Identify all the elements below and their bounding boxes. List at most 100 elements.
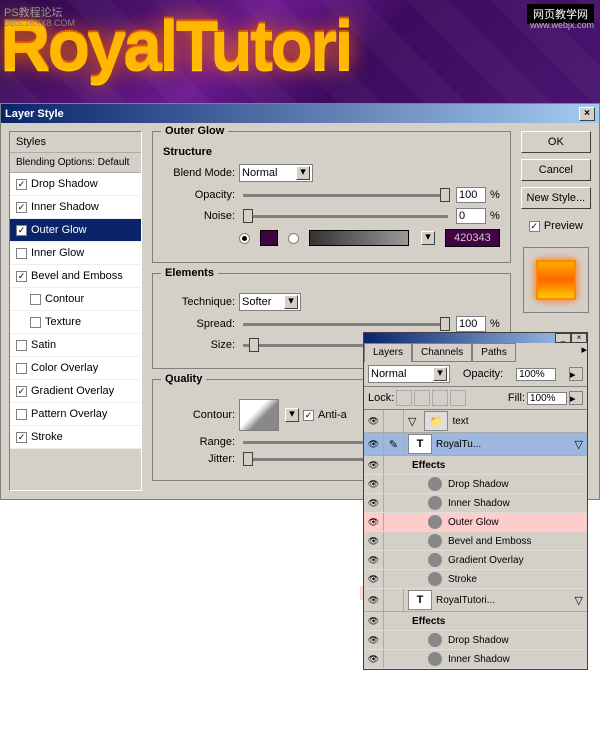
- close-icon[interactable]: ×: [571, 333, 587, 343]
- visibility-icon[interactable]: [364, 589, 384, 611]
- checkbox[interactable]: [16, 340, 27, 351]
- lock-all-icon[interactable]: [450, 390, 466, 406]
- opacity-input[interactable]: [456, 187, 486, 203]
- blend-mode-dropdown[interactable]: Normal ▾: [239, 164, 313, 182]
- noise-input[interactable]: [456, 208, 486, 224]
- tab-channels[interactable]: Channels: [412, 343, 472, 362]
- effect-row[interactable]: Inner Shadow: [364, 650, 587, 669]
- effect-row[interactable]: Outer Glow: [364, 513, 587, 532]
- effect-label: Inner Shadow: [448, 498, 510, 509]
- visibility-icon[interactable]: [364, 513, 384, 531]
- link-col[interactable]: [384, 410, 404, 432]
- link-col[interactable]: [384, 589, 404, 611]
- gradient-radio[interactable]: [288, 233, 299, 244]
- effects-header[interactable]: Effects: [364, 456, 587, 475]
- style-item[interactable]: Satin: [10, 334, 141, 357]
- lock-move-icon[interactable]: [432, 390, 448, 406]
- style-item[interactable]: Color Overlay: [10, 357, 141, 380]
- style-item[interactable]: Outer Glow: [10, 219, 141, 242]
- panel-menu-icon[interactable]: ▸: [581, 343, 587, 362]
- tab-paths[interactable]: Paths: [472, 343, 516, 362]
- checkbox[interactable]: [30, 294, 41, 305]
- visibility-icon[interactable]: [364, 612, 384, 630]
- checkbox[interactable]: [16, 409, 27, 420]
- visibility-icon[interactable]: [364, 456, 384, 474]
- chevron-down-icon[interactable]: ▾: [421, 231, 435, 245]
- visibility-icon[interactable]: [364, 433, 384, 455]
- style-item[interactable]: Inner Shadow: [10, 196, 141, 219]
- link-col[interactable]: ✎: [384, 433, 404, 455]
- style-label: Inner Shadow: [31, 201, 99, 213]
- cancel-button[interactable]: Cancel: [521, 159, 591, 181]
- chevron-icon[interactable]: ▸: [569, 391, 583, 405]
- titlebar[interactable]: Layer Style ×: [1, 104, 599, 123]
- fill-input[interactable]: [527, 392, 567, 405]
- visibility-icon[interactable]: [364, 475, 384, 493]
- effect-row[interactable]: Drop Shadow: [364, 475, 587, 494]
- layer-group-row[interactable]: ▽ 📁 text: [364, 410, 587, 433]
- styles-header[interactable]: Styles: [10, 132, 141, 153]
- checkbox[interactable]: [16, 363, 27, 374]
- style-item[interactable]: Pattern Overlay: [10, 403, 141, 426]
- range-label: Range:: [163, 436, 235, 448]
- style-item[interactable]: Bevel and Emboss: [10, 265, 141, 288]
- checkbox[interactable]: [16, 202, 27, 213]
- visibility-icon[interactable]: [364, 650, 384, 668]
- checkbox[interactable]: [16, 248, 27, 259]
- new-style-button[interactable]: New Style...: [521, 187, 591, 209]
- checkbox[interactable]: [16, 386, 27, 397]
- visibility-icon[interactable]: [364, 570, 384, 588]
- spread-input[interactable]: [456, 316, 486, 332]
- minimize-icon[interactable]: _: [555, 333, 571, 343]
- visibility-icon[interactable]: [364, 631, 384, 649]
- panel-titlebar[interactable]: _ ×: [364, 333, 587, 343]
- layer-row[interactable]: T RoyalTutori... ▽: [364, 589, 587, 612]
- effect-row[interactable]: Inner Shadow: [364, 494, 587, 513]
- fx-icon: [428, 572, 442, 586]
- visibility-icon[interactable]: [364, 532, 384, 550]
- preview-check[interactable]: [529, 221, 540, 232]
- chevron-down-icon[interactable]: ▾: [285, 408, 299, 422]
- visibility-icon[interactable]: [364, 551, 384, 569]
- antialiased-check[interactable]: [303, 410, 314, 421]
- effect-row[interactable]: Bevel and Emboss: [364, 532, 587, 551]
- layer-opacity-input[interactable]: [516, 368, 556, 381]
- opacity-slider[interactable]: [243, 194, 448, 197]
- layer-row[interactable]: ✎ T RoyalTu... ▽: [364, 433, 587, 456]
- close-icon[interactable]: ×: [579, 107, 595, 121]
- visibility-icon[interactable]: [364, 494, 384, 512]
- effect-row[interactable]: Drop Shadow: [364, 631, 587, 650]
- style-item[interactable]: Drop Shadow: [10, 173, 141, 196]
- jitter-label: Jitter:: [163, 453, 235, 465]
- style-item[interactable]: Stroke: [10, 426, 141, 449]
- lock-transparent-icon[interactable]: [396, 390, 412, 406]
- technique-dropdown[interactable]: Softer ▾: [239, 293, 301, 311]
- style-item[interactable]: Gradient Overlay: [10, 380, 141, 403]
- checkbox[interactable]: [16, 179, 27, 190]
- style-item[interactable]: Texture: [10, 311, 141, 334]
- checkbox[interactable]: [16, 225, 27, 236]
- contour-picker[interactable]: [239, 399, 279, 431]
- text-layer-icon: T: [408, 590, 432, 610]
- tab-layers[interactable]: Layers: [364, 343, 412, 362]
- ok-button[interactable]: OK: [521, 131, 591, 153]
- layer-blend-dropdown[interactable]: Normal▾: [368, 365, 450, 383]
- lock-paint-icon[interactable]: [414, 390, 430, 406]
- checkbox[interactable]: [30, 317, 41, 328]
- chevron-icon[interactable]: ▸: [569, 367, 583, 381]
- style-item[interactable]: Inner Glow: [10, 242, 141, 265]
- opacity-label: Opacity:: [163, 189, 235, 201]
- effect-row[interactable]: Stroke: [364, 570, 587, 589]
- effects-header[interactable]: Effects: [364, 612, 587, 631]
- color-radio[interactable]: [239, 233, 250, 244]
- blending-options[interactable]: Blending Options: Default: [10, 153, 141, 173]
- spread-slider[interactable]: [243, 323, 448, 326]
- style-item[interactable]: Contour: [10, 288, 141, 311]
- effect-row[interactable]: Gradient Overlay: [364, 551, 587, 570]
- color-swatch[interactable]: [260, 230, 278, 246]
- visibility-icon[interactable]: [364, 410, 384, 432]
- checkbox[interactable]: [16, 271, 27, 282]
- checkbox[interactable]: [16, 432, 27, 443]
- noise-slider[interactable]: [243, 215, 448, 218]
- gradient-bar[interactable]: [309, 230, 409, 246]
